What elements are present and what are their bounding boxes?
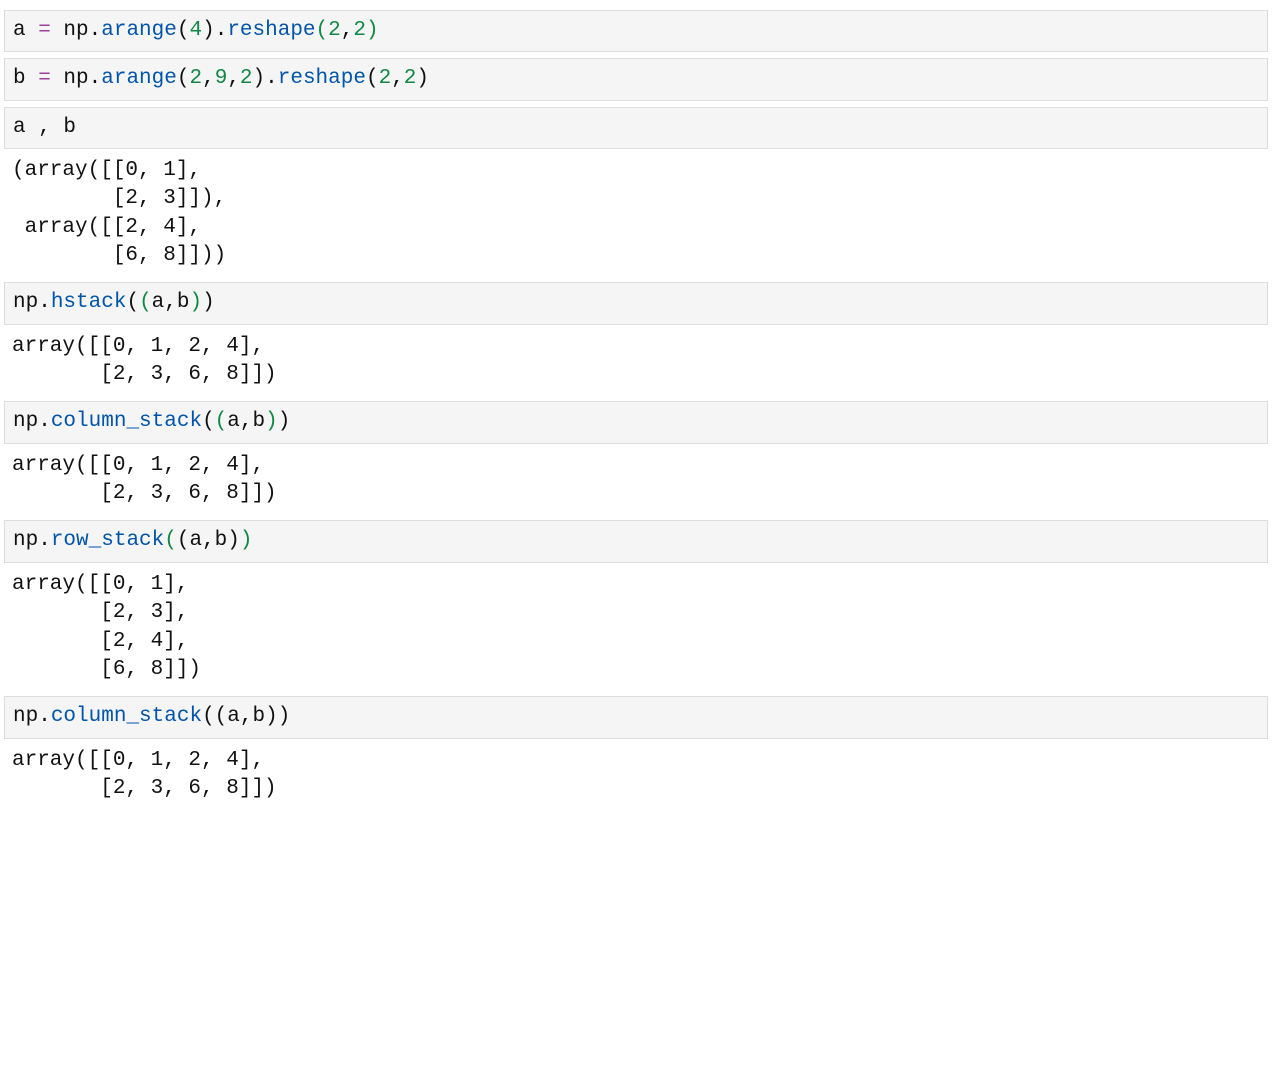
code-token: column_stack xyxy=(51,705,202,728)
code-input-cell[interactable]: a = np.arange(4).reshape(2,2) xyxy=(4,10,1268,52)
code-token: reshape xyxy=(278,67,366,90)
code-token: 2 xyxy=(353,19,366,42)
code-token: . xyxy=(38,529,51,552)
code-output-cell: array([[0, 1], [2, 3], [2, 4], [6, 8]]) xyxy=(4,563,1268,690)
code-output-cell: array([[0, 1, 2, 4], [2, 3, 6, 8]]) xyxy=(4,444,1268,515)
code-token: ( xyxy=(177,529,190,552)
code-token: arange xyxy=(101,19,177,42)
code-token: 9 xyxy=(215,67,228,90)
code-token: . xyxy=(38,410,51,433)
code-token: np xyxy=(13,529,38,552)
code-token: ) xyxy=(240,529,253,552)
code-token: ) xyxy=(278,410,291,433)
code-token: 2 xyxy=(189,67,202,90)
code-token: ( xyxy=(366,67,379,90)
code-token: ( xyxy=(215,410,228,433)
code-token: . xyxy=(215,19,228,42)
code-token: a , b xyxy=(13,116,76,139)
code-input-cell[interactable]: np.row_stack((a,b)) xyxy=(4,520,1268,562)
code-output-cell: (array([[0, 1], [2, 3]]), array([[2, 4],… xyxy=(4,149,1268,276)
code-token: ) xyxy=(253,67,266,90)
code-token: ) xyxy=(202,291,215,314)
code-token: (a,b) xyxy=(215,705,278,728)
code-token: 4 xyxy=(189,19,202,42)
code-token: np xyxy=(13,410,38,433)
code-token: . xyxy=(89,19,102,42)
code-token: , xyxy=(202,67,215,90)
code-token: = xyxy=(38,67,51,90)
code-token: . xyxy=(38,705,51,728)
code-token: ( xyxy=(202,410,215,433)
code-token: a xyxy=(13,19,38,42)
code-token: 2 xyxy=(404,67,417,90)
code-token: ( xyxy=(139,291,152,314)
code-token: 2 xyxy=(379,67,392,90)
code-token: , xyxy=(341,19,354,42)
code-token: ( xyxy=(316,19,329,42)
code-input-cell[interactable]: b = np.arange(2,9,2).reshape(2,2) xyxy=(4,58,1268,100)
code-token: ) xyxy=(366,19,379,42)
code-token: ( xyxy=(177,19,190,42)
code-token: ) xyxy=(265,410,278,433)
code-token: ) xyxy=(202,19,215,42)
code-input-cell[interactable]: a , b xyxy=(4,107,1268,149)
code-token: . xyxy=(38,291,51,314)
code-input-cell[interactable]: np.hstack((a,b)) xyxy=(4,282,1268,324)
code-token: . xyxy=(265,67,278,90)
code-token: ( xyxy=(164,529,177,552)
code-output-cell: array([[0, 1, 2, 4], [2, 3, 6, 8]]) xyxy=(4,739,1268,810)
code-token: b xyxy=(13,67,38,90)
code-token: np xyxy=(51,19,89,42)
code-token: a,b xyxy=(189,529,227,552)
code-token: 2 xyxy=(240,67,253,90)
code-token: ) xyxy=(416,67,429,90)
code-token: 2 xyxy=(328,19,341,42)
code-token: np xyxy=(13,705,38,728)
code-token: ( xyxy=(177,67,190,90)
code-token: ) xyxy=(278,705,291,728)
code-token: arange xyxy=(101,67,177,90)
code-input-cell[interactable]: np.column_stack((a,b)) xyxy=(4,696,1268,738)
code-token: , xyxy=(227,67,240,90)
code-token: hstack xyxy=(51,291,127,314)
code-token: a,b xyxy=(152,291,190,314)
code-input-cell[interactable]: np.column_stack((a,b)) xyxy=(4,401,1268,443)
code-output-cell: array([[0, 1, 2, 4], [2, 3, 6, 8]]) xyxy=(4,325,1268,396)
code-token: . xyxy=(89,67,102,90)
code-token: ) xyxy=(189,291,202,314)
code-token: ( xyxy=(202,705,215,728)
code-token: np xyxy=(13,291,38,314)
code-token: row_stack xyxy=(51,529,164,552)
code-token: ) xyxy=(227,529,240,552)
code-token: = xyxy=(38,19,51,42)
code-token: a,b xyxy=(227,410,265,433)
code-token: ( xyxy=(126,291,139,314)
code-token: , xyxy=(391,67,404,90)
code-token: column_stack xyxy=(51,410,202,433)
code-token: np xyxy=(51,67,89,90)
code-token: reshape xyxy=(227,19,315,42)
